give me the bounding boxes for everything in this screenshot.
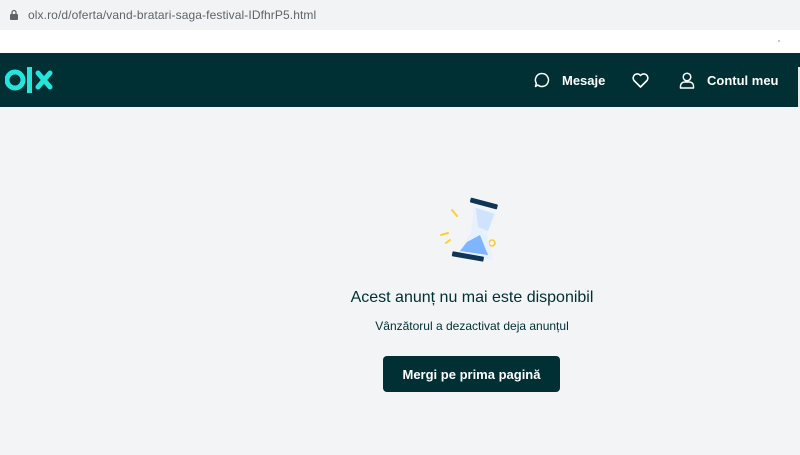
browser-gap [0, 30, 800, 53]
page-subtitle: Vânzătorul a dezactivat deja anunțul [375, 319, 569, 333]
hourglass-icon [440, 197, 498, 262]
messages-nav-link[interactable]: Mesaje [534, 53, 605, 107]
heart-icon [632, 72, 649, 88]
lock-icon [10, 9, 18, 20]
browser-address-bar[interactable]: olx.ro/d/oferta/vand-bratari-saga-festiv… [0, 0, 800, 30]
user-icon [679, 71, 695, 89]
favorites-button[interactable] [632, 53, 649, 107]
olx-logo[interactable] [5, 65, 61, 95]
chat-bubble-icon [534, 72, 550, 88]
site-header: Mesaje Contul meu [0, 53, 800, 107]
account-nav-link[interactable]: Contul meu [679, 53, 779, 107]
messages-label: Mesaje [562, 72, 606, 88]
go-home-button[interactable]: Mergi pe prima pagină [383, 356, 560, 392]
page-title: Acest anunț nu mai este disponibil [350, 289, 594, 306]
decorative-dot [778, 40, 780, 42]
main-content: Acest anunț nu mai este disponibil Vânză… [0, 107, 800, 455]
url-text[interactable]: olx.ro/d/oferta/vand-bratari-saga-festiv… [28, 8, 316, 22]
account-label: Contul meu [707, 72, 779, 88]
